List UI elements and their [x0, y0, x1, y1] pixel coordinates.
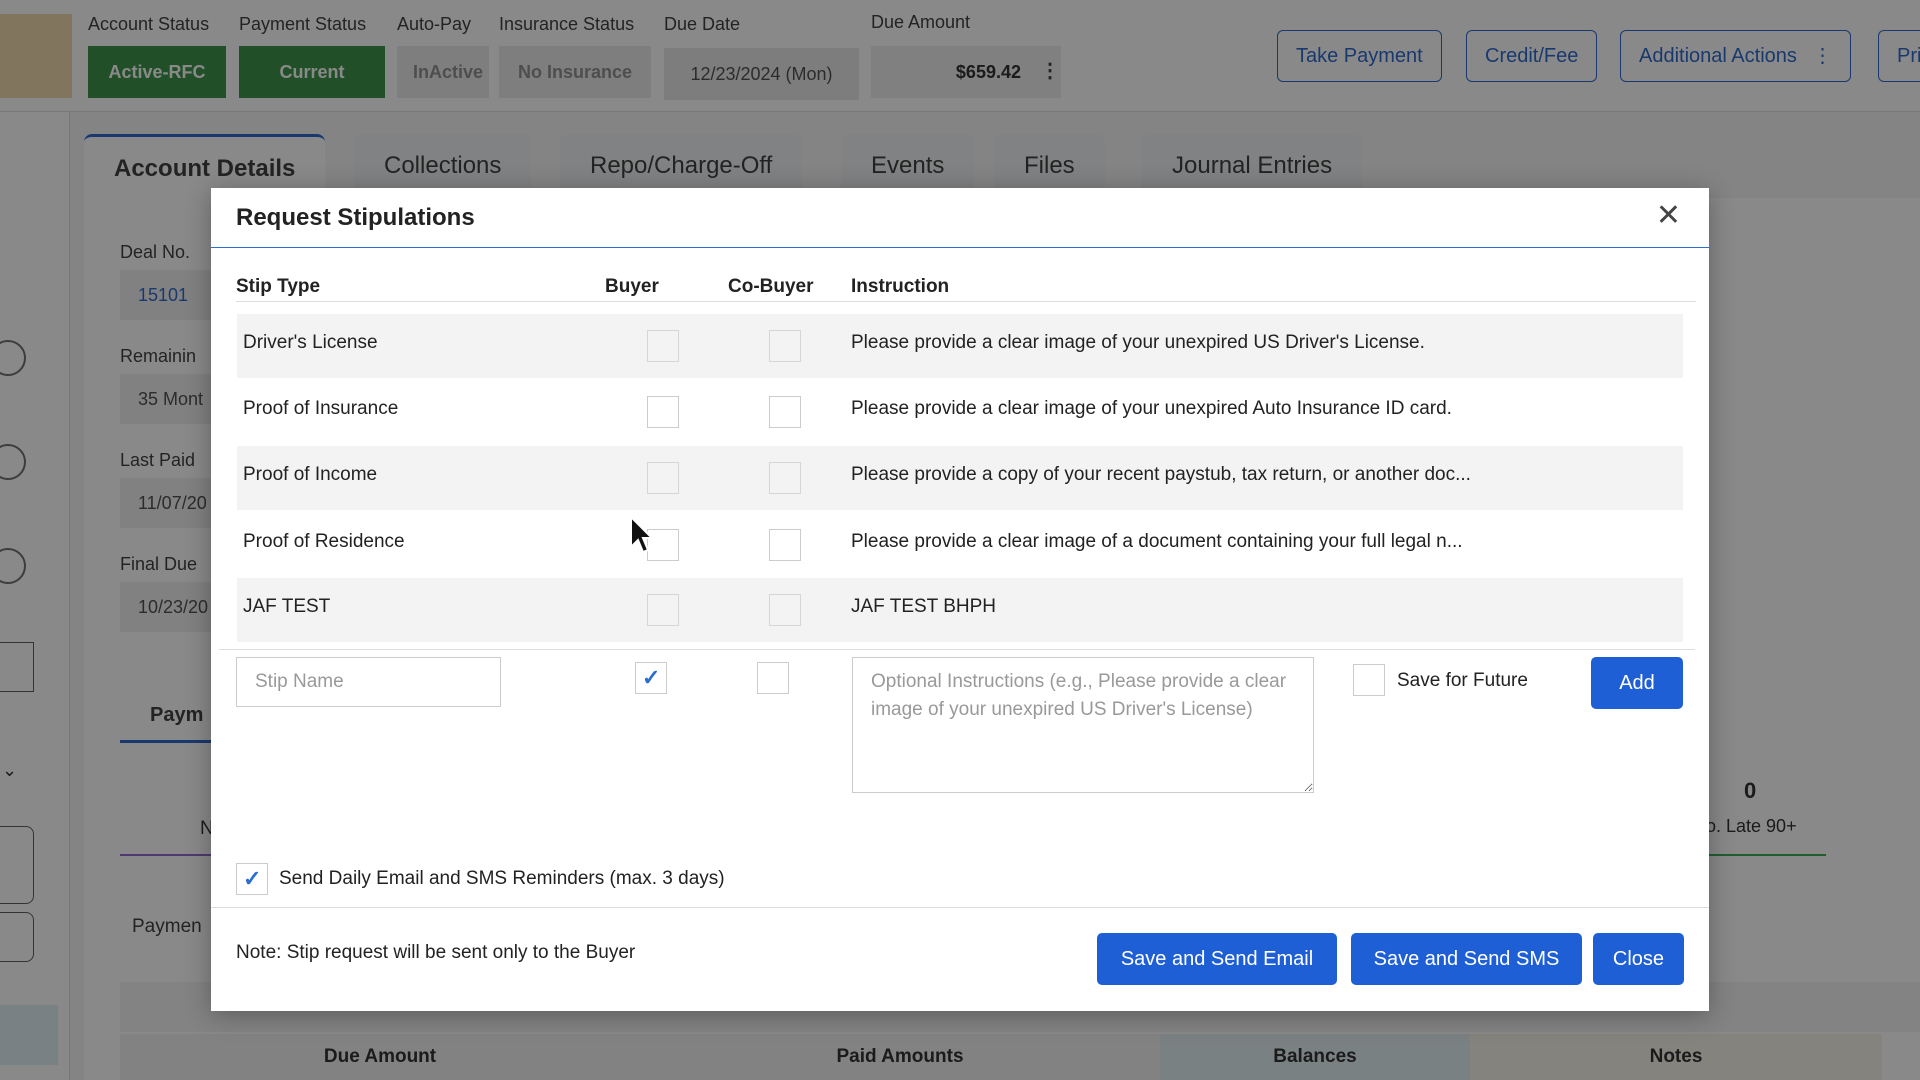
- buyer-checkbox[interactable]: [647, 396, 679, 428]
- co-buyer-checkbox[interactable]: [769, 396, 801, 428]
- save-for-future-checkbox[interactable]: [1353, 664, 1385, 696]
- stip-name: Driver's License: [243, 332, 378, 353]
- co-buyer-checkbox[interactable]: [769, 529, 801, 561]
- stip-instruction: Please provide a clear image of your une…: [851, 332, 1425, 353]
- stip-instruction: JAF TEST BHPH: [851, 596, 996, 617]
- co-buyer-checkbox[interactable]: [769, 330, 801, 362]
- add-button[interactable]: Add: [1591, 657, 1683, 709]
- new-stip-co-buyer-checkbox[interactable]: [757, 662, 789, 694]
- save-and-send-email-button[interactable]: Save and Send Email: [1097, 933, 1337, 985]
- table-row: Proof of Residence Please provide a clea…: [237, 513, 1683, 577]
- save-for-future-label: Save for Future: [1397, 670, 1528, 691]
- modal-title: Request Stipulations: [236, 204, 475, 231]
- request-stipulations-modal: Request Stipulations ✕ Stip Type Buyer C…: [211, 188, 1709, 1011]
- save-and-send-sms-button[interactable]: Save and Send SMS: [1351, 933, 1582, 985]
- table-row: Proof of Insurance Please provide a clea…: [237, 380, 1683, 444]
- col-buyer: Buyer: [605, 276, 659, 297]
- stip-instruction: Please provide a clear image of your une…: [851, 398, 1452, 419]
- col-instruction: Instruction: [851, 276, 950, 297]
- co-buyer-checkbox[interactable]: [769, 594, 801, 626]
- stip-name-input[interactable]: [236, 657, 501, 707]
- table-row: Driver's License Please provide a clear …: [237, 314, 1683, 378]
- stip-name: Proof of Insurance: [243, 398, 399, 419]
- table-row: Proof of Income Please provide a copy of…: [237, 446, 1683, 510]
- check-icon: ✓: [642, 665, 661, 690]
- mouse-cursor-icon: [630, 515, 655, 554]
- close-button[interactable]: Close: [1593, 933, 1684, 985]
- table-row: JAF TEST JAF TEST BHPH: [237, 578, 1683, 642]
- header-divider: [236, 301, 1696, 302]
- rows-divider: [219, 649, 1695, 650]
- reminder-checkbox[interactable]: ✓: [236, 863, 268, 895]
- stip-instruction: Please provide a copy of your recent pay…: [851, 464, 1471, 485]
- stip-instruction: Please provide a clear image of a docume…: [851, 531, 1463, 552]
- col-co-buyer: Co-Buyer: [728, 276, 814, 297]
- footer-note: Note: Stip request will be sent only to …: [236, 942, 636, 963]
- close-icon[interactable]: ✕: [1656, 201, 1681, 231]
- footer-divider: [211, 907, 1709, 908]
- buyer-checkbox[interactable]: [647, 462, 679, 494]
- optional-instructions-input[interactable]: [852, 657, 1314, 793]
- modal-header: Request Stipulations ✕: [211, 188, 1709, 248]
- reminder-label: Send Daily Email and SMS Reminders (max.…: [279, 868, 725, 889]
- buyer-checkbox[interactable]: [647, 594, 679, 626]
- stip-name: JAF TEST: [243, 596, 331, 617]
- buyer-checkbox[interactable]: [647, 330, 679, 362]
- check-icon: ✓: [243, 866, 262, 891]
- new-stip-buyer-checkbox[interactable]: ✓: [635, 662, 667, 694]
- stip-name: Proof of Income: [243, 464, 378, 485]
- col-stip-type: Stip Type: [236, 276, 321, 297]
- co-buyer-checkbox[interactable]: [769, 462, 801, 494]
- stip-name: Proof of Residence: [243, 531, 405, 552]
